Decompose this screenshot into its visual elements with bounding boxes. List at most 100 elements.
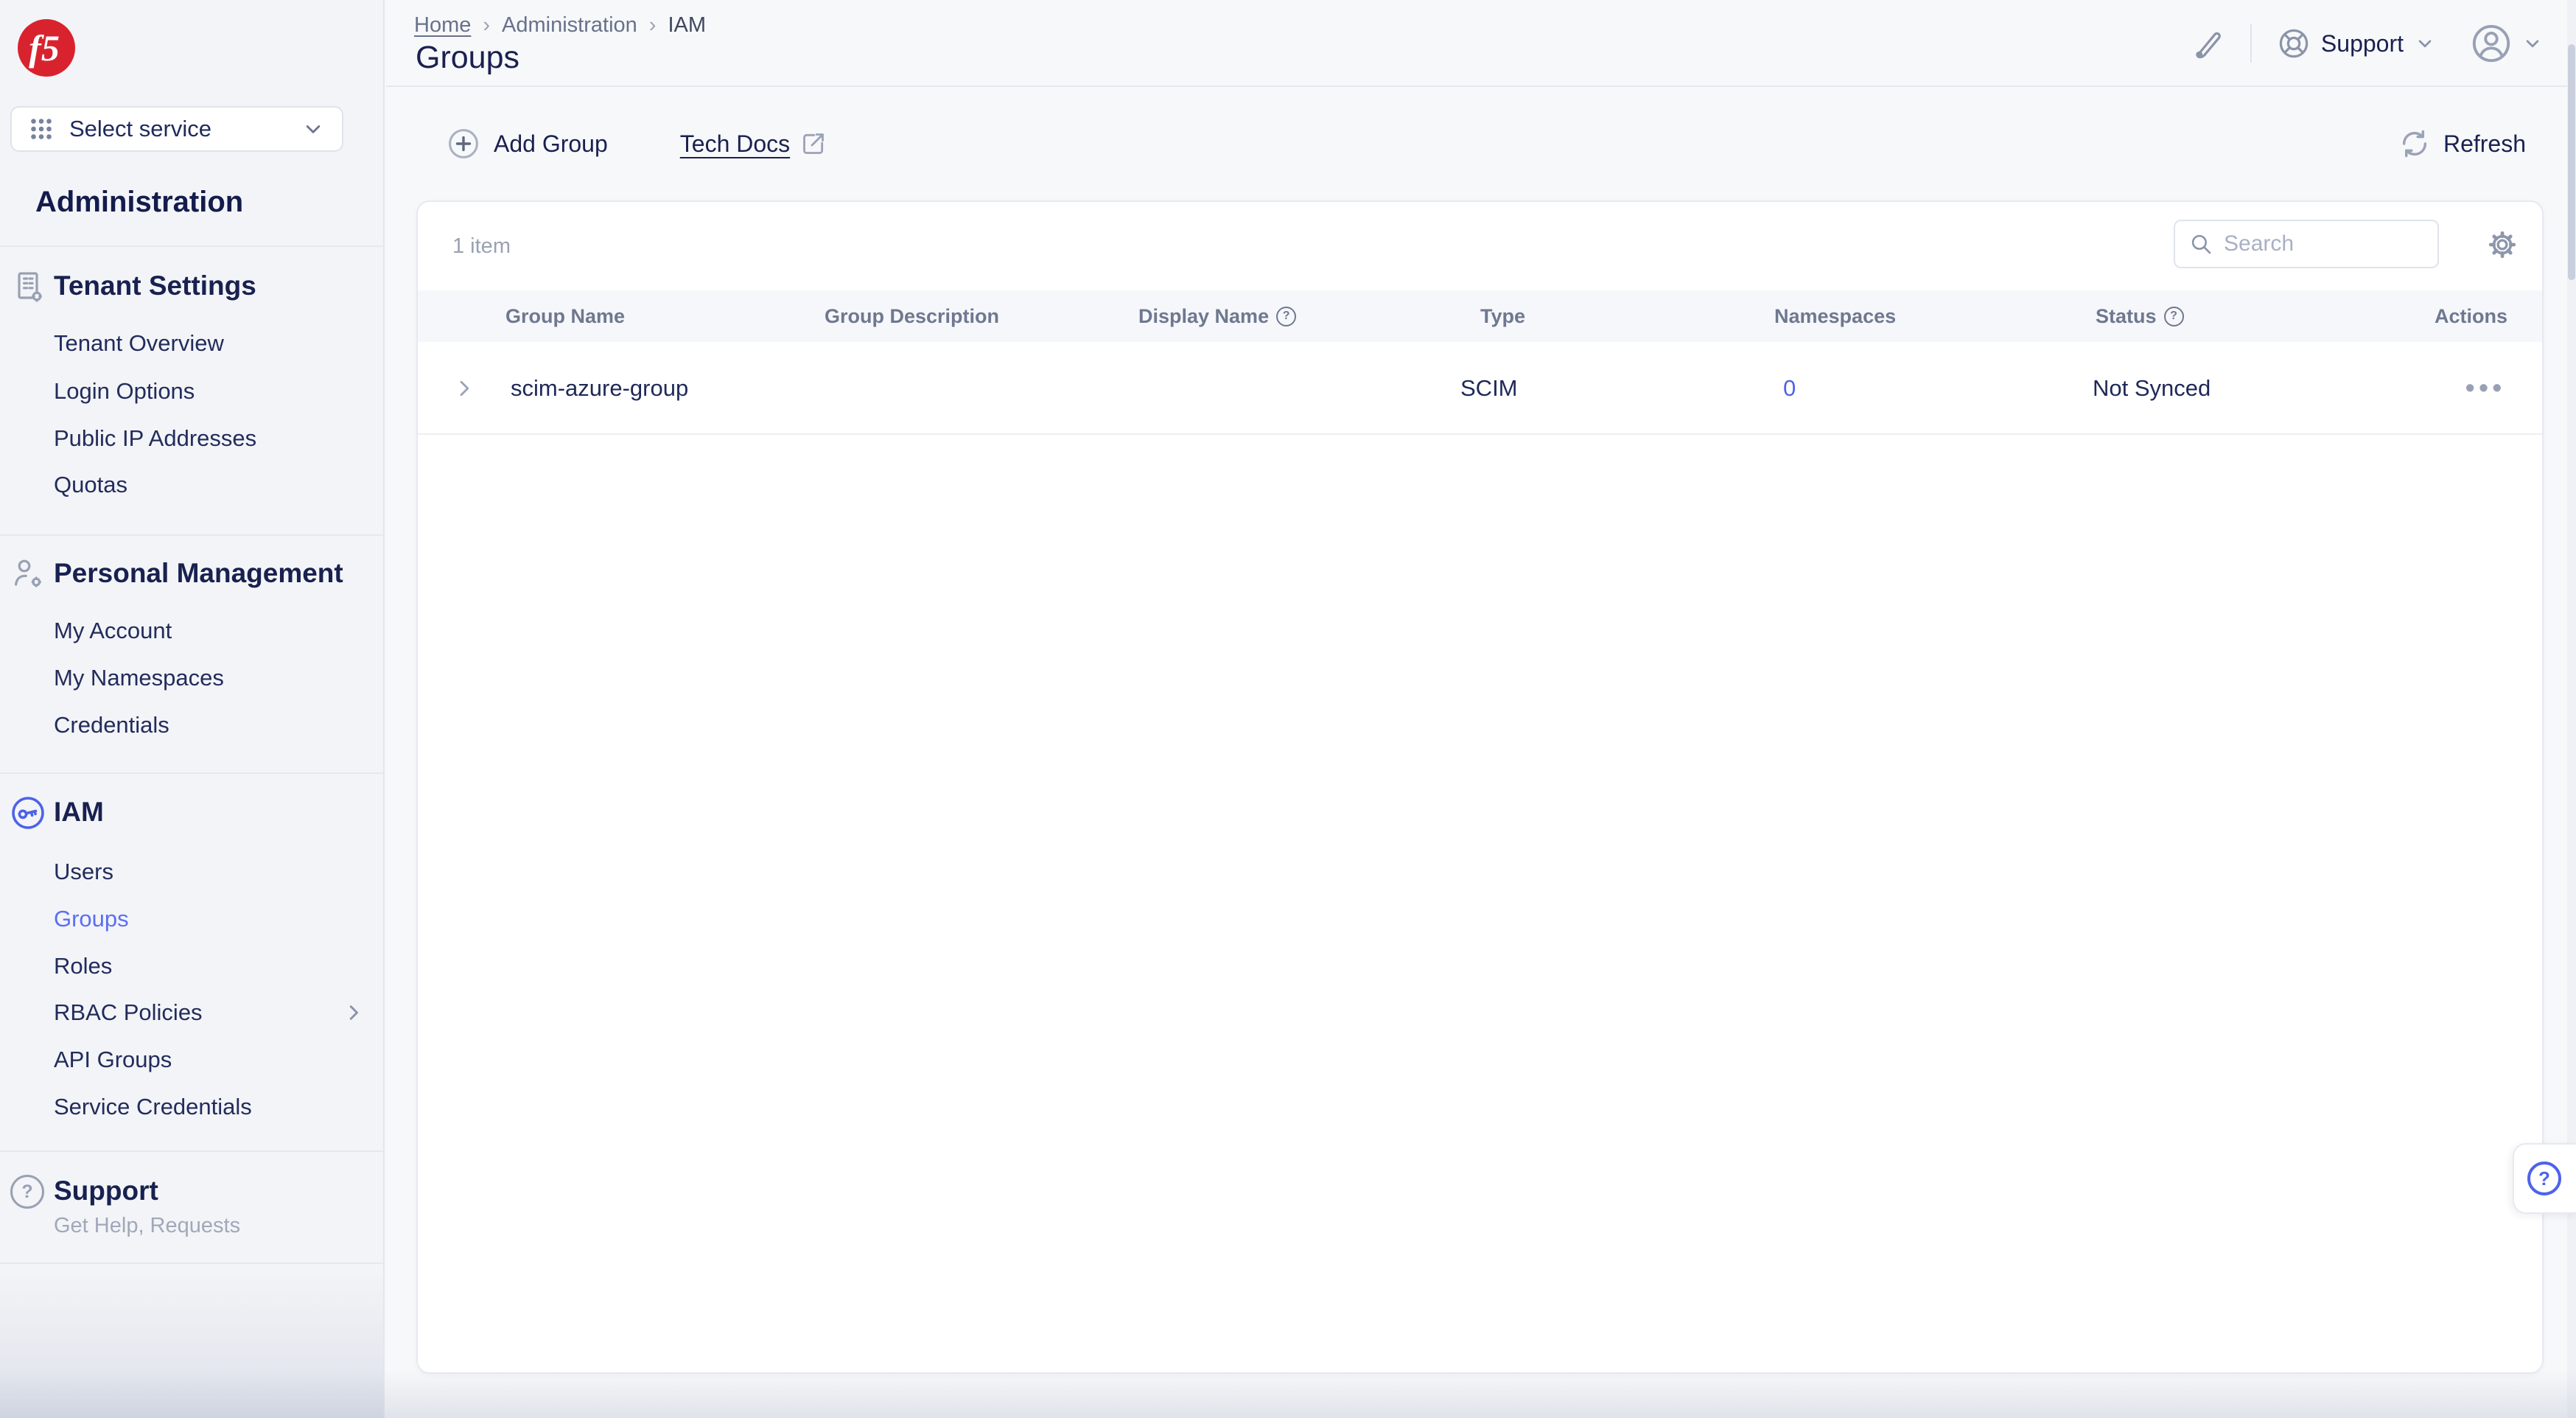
search-box: [2174, 220, 2439, 268]
help-question-icon: ?: [2527, 1162, 2561, 1195]
search-icon: [2188, 231, 2213, 256]
info-icon[interactable]: ?: [1276, 307, 1296, 326]
breadcrumb-separator: ›: [483, 13, 490, 38]
chevron-down-icon: [301, 116, 326, 142]
column-header-namespaces[interactable]: Namespaces: [1774, 290, 1896, 342]
search-input[interactable]: [2224, 231, 2424, 256]
sidebar-item-service-credentials[interactable]: Service Credentials: [0, 1091, 383, 1123]
service-selector[interactable]: Select service: [10, 106, 343, 152]
sidebar-section-iam[interactable]: IAM: [0, 794, 383, 832]
plus-circle-icon: [447, 127, 480, 161]
chevron-right-icon: [450, 374, 478, 402]
support-menu-label: Support: [2321, 30, 2404, 57]
sidebar-item-users[interactable]: Users: [0, 856, 383, 888]
sidebar-section-support[interactable]: Support: [54, 1173, 158, 1209]
sidebar-section-label: Tenant Settings: [54, 268, 256, 304]
account-menu[interactable]: [2470, 22, 2544, 65]
refresh-button[interactable]: Refresh: [2398, 127, 2526, 161]
sidebar-item-credentials[interactable]: Credentials: [0, 709, 383, 741]
grid-icon: [28, 116, 55, 142]
sidebar: f5 Select service Administration Tenant …: [0, 0, 385, 1418]
edit-pen-button[interactable]: [2191, 27, 2225, 60]
breadcrumb-home[interactable]: Home: [414, 13, 471, 38]
tech-docs-link[interactable]: Tech Docs: [680, 129, 828, 158]
divider: [0, 534, 383, 536]
table-row: scim-azure-group SCIM 0 Not Synced •••: [418, 342, 2542, 435]
sidebar-item-tenant-overview[interactable]: Tenant Overview: [0, 327, 383, 360]
building-gear-icon: [10, 268, 46, 304]
action-bar: Add Group Tech Docs Refresh: [386, 87, 2576, 200]
breadcrumb-separator: ›: [649, 13, 657, 38]
groups-table-card: 1 item Group Name Group De: [416, 200, 2544, 1374]
chevron-down-icon: [2521, 32, 2544, 55]
f5-logo-text: f5: [29, 29, 64, 66]
cell-group-name: scim-azure-group: [511, 342, 688, 435]
page-header: Home › Administration › IAM Groups: [386, 0, 2576, 87]
sidebar-item-my-namespaces[interactable]: My Namespaces: [0, 662, 383, 694]
gear-icon: [2486, 228, 2519, 261]
app-root: f5 Select service Administration Tenant …: [0, 0, 2576, 1418]
info-icon[interactable]: ?: [2164, 307, 2184, 326]
chevron-right-icon: [340, 999, 367, 1026]
scrollbar-thumb[interactable]: [2568, 44, 2575, 280]
table-header-row: Group Name Group Description Display Nam…: [418, 290, 2542, 342]
sidebar-item-rbac-policies[interactable]: RBAC Policies: [0, 996, 383, 1029]
cell-namespaces-link[interactable]: 0: [1783, 342, 1796, 435]
sidebar-section-label: Personal Management: [54, 555, 343, 592]
external-link-icon: [799, 129, 828, 158]
divider: [0, 1150, 383, 1152]
tech-docs-label: Tech Docs: [680, 130, 790, 158]
column-header-group-description[interactable]: Group Description: [825, 290, 999, 342]
item-count: 1 item: [452, 234, 511, 259]
divider: [2250, 24, 2252, 63]
main-area: Home › Administration › IAM Groups: [386, 0, 2576, 1418]
cell-type: SCIM: [1460, 342, 1518, 435]
column-header-group-name[interactable]: Group Name: [505, 290, 625, 342]
service-selector-label: Select service: [69, 116, 211, 142]
sidebar-item-groups[interactable]: Groups: [0, 903, 383, 935]
refresh-icon: [2398, 127, 2432, 161]
support-description: Get Help, Requests: [54, 1213, 240, 1238]
key-icon: [10, 795, 46, 831]
add-group-button[interactable]: Add Group: [447, 127, 608, 161]
breadcrumb-administration[interactable]: Administration: [502, 13, 637, 38]
user-avatar-icon: [2470, 22, 2513, 65]
sidebar-item-my-account[interactable]: My Account: [0, 615, 383, 647]
divider: [0, 772, 383, 774]
add-group-label: Add Group: [494, 130, 608, 158]
sidebar-bottom-gradient: [0, 1271, 383, 1418]
sidebar-item-api-groups[interactable]: API Groups: [0, 1044, 383, 1076]
sidebar-item-roles[interactable]: Roles: [0, 950, 383, 982]
table-toolbar: 1 item: [418, 202, 2542, 290]
table-settings-button[interactable]: [2486, 228, 2519, 261]
question-circle-icon: ?: [10, 1175, 44, 1209]
sidebar-item-quotas[interactable]: Quotas: [0, 469, 383, 501]
sidebar-title: Administration: [35, 184, 243, 220]
sidebar-section-tenant-settings[interactable]: Tenant Settings: [0, 268, 383, 306]
sidebar-item-public-ip-addresses[interactable]: Public IP Addresses: [0, 422, 383, 455]
cell-status: Not Synced: [2093, 342, 2211, 435]
support-menu[interactable]: Support: [2277, 27, 2436, 60]
sidebar-section-label: IAM: [54, 794, 104, 831]
user-gear-icon: [10, 556, 46, 591]
header-controls: Support: [2191, 0, 2544, 87]
column-header-status[interactable]: Status ?: [2096, 290, 2184, 342]
page-title: Groups: [416, 38, 519, 77]
chevron-down-icon: [2414, 32, 2436, 55]
divider: [0, 245, 383, 247]
row-actions-button[interactable]: •••: [2449, 342, 2522, 435]
sidebar-section-personal-management[interactable]: Personal Management: [0, 555, 383, 593]
ellipsis-icon: •••: [2465, 374, 2506, 402]
lifebuoy-icon: [2277, 27, 2311, 60]
pen-icon: [2191, 27, 2225, 60]
f5-logo[interactable]: f5: [18, 19, 75, 77]
sidebar-item-login-options[interactable]: Login Options: [0, 375, 383, 408]
column-header-display-name[interactable]: Display Name ?: [1138, 290, 1296, 342]
row-expander[interactable]: [450, 342, 478, 435]
column-header-type[interactable]: Type: [1480, 290, 1525, 342]
breadcrumb-iam: IAM: [668, 13, 706, 38]
breadcrumb: Home › Administration › IAM: [414, 13, 706, 38]
column-header-actions: Actions: [2435, 290, 2507, 342]
help-fab-button[interactable]: ?: [2513, 1143, 2576, 1214]
divider: [0, 1262, 383, 1264]
